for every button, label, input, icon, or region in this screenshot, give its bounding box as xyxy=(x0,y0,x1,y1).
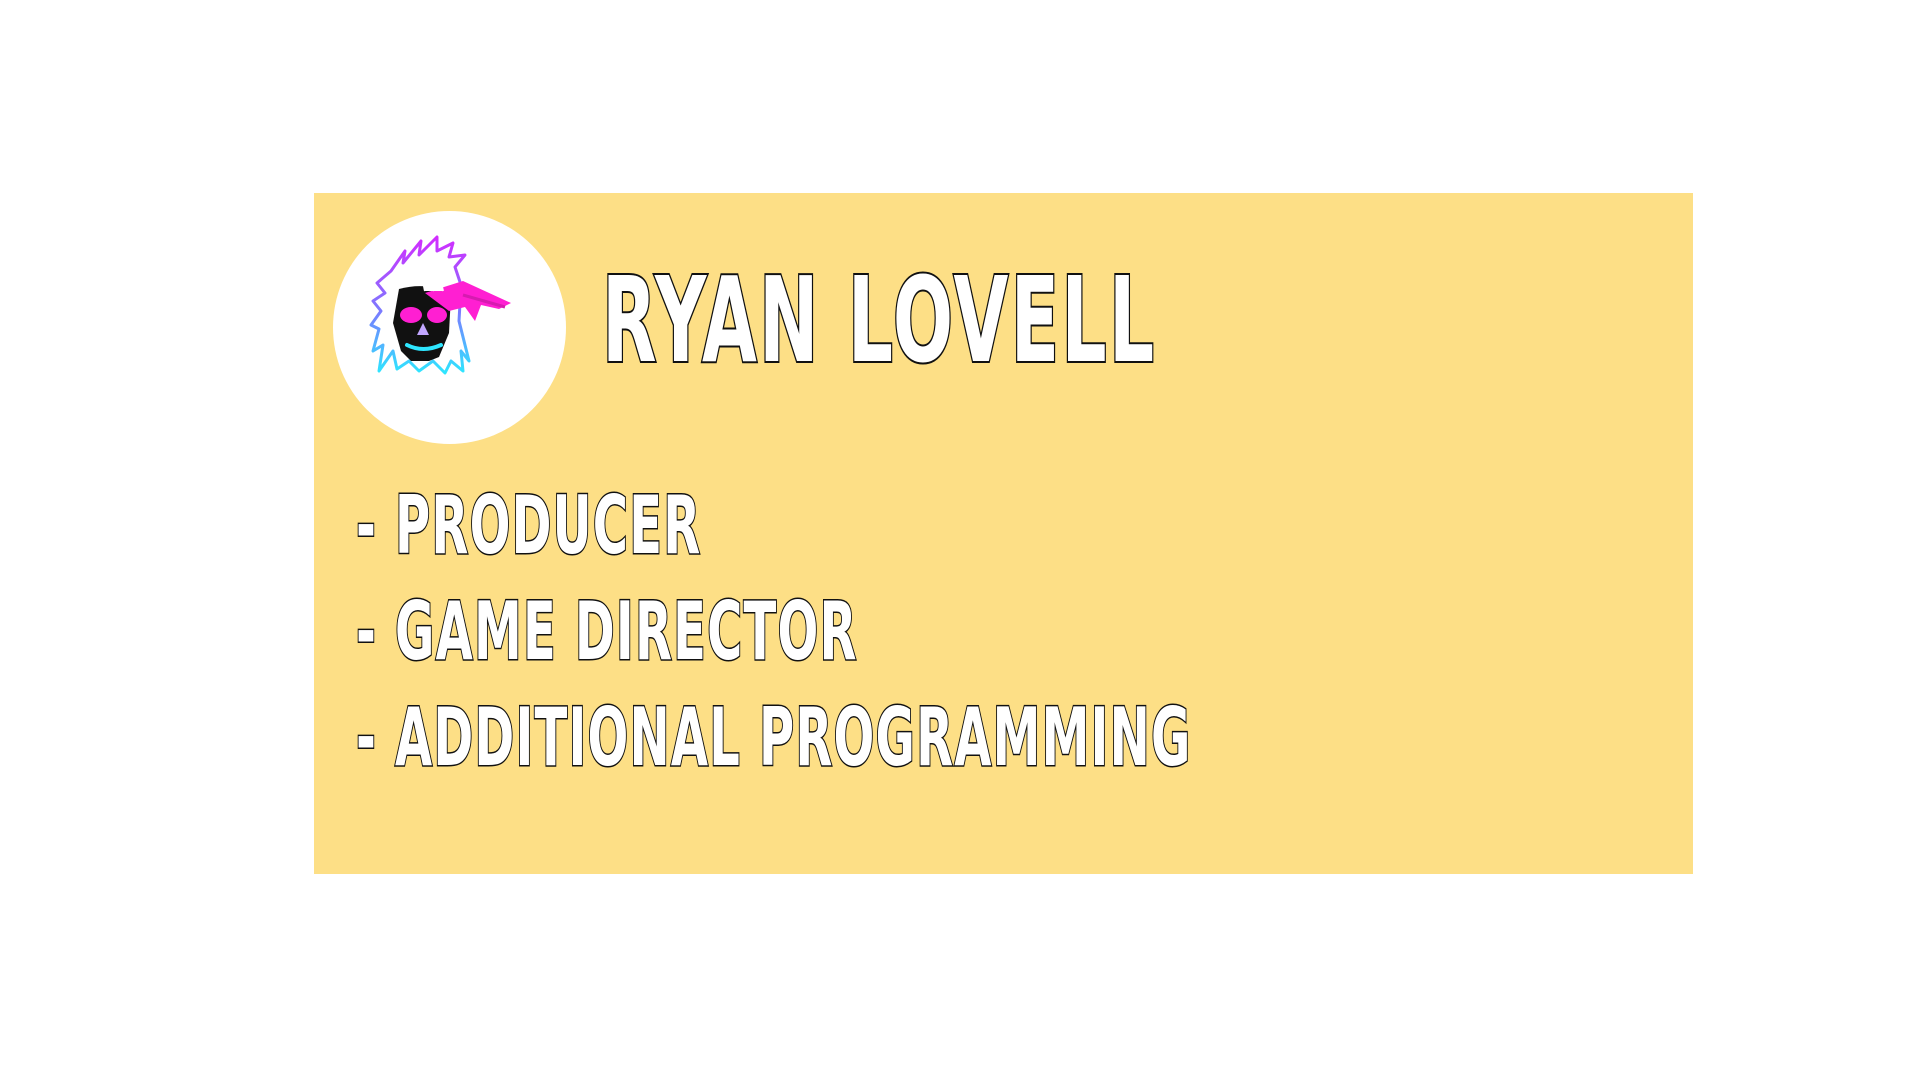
role-item-producer: - PRODUCER xyxy=(355,478,702,574)
person-name: RYAN LOVELL xyxy=(601,251,1157,389)
role-item-additional-programming: - ADDITIONAL PROGRAMMING xyxy=(355,690,1192,786)
credit-card: RYAN LOVELL - PRODUCER - GAME DIRECTOR -… xyxy=(314,193,1693,874)
skull-avatar-icon xyxy=(369,235,511,375)
avatar xyxy=(333,211,566,444)
role-list: - PRODUCER - GAME DIRECTOR - ADDITIONAL … xyxy=(355,473,1749,791)
role-item-game-director: - GAME DIRECTOR xyxy=(355,584,858,680)
